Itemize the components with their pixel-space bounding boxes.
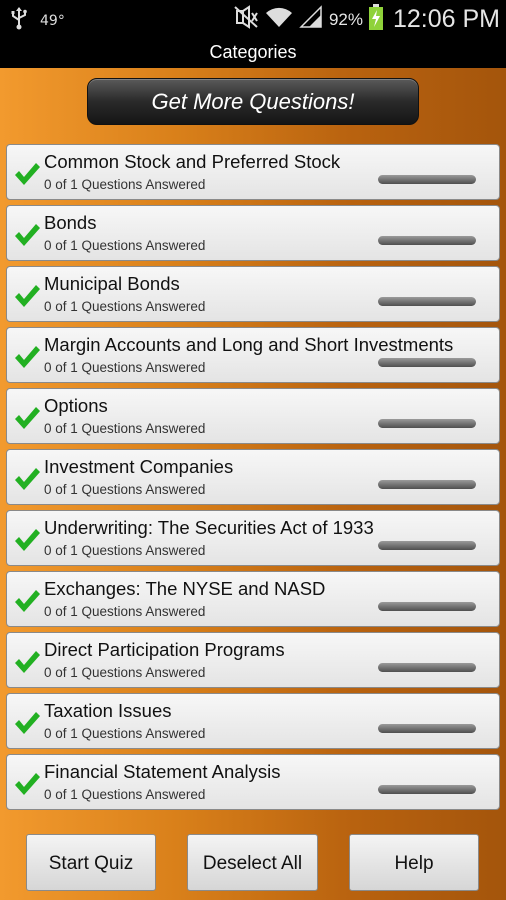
category-progress-text: 0 of 1 Questions Answered [44,421,206,436]
checkmark-icon[interactable] [13,405,41,431]
category-progress-bar [378,724,476,733]
usb-icon [10,6,28,35]
checkmark-icon[interactable] [13,649,41,675]
checkmark-icon[interactable] [13,283,41,309]
category-progress-text: 0 of 1 Questions Answered [44,787,206,802]
category-item[interactable]: Underwriting: The Securities Act of 1933… [6,510,500,566]
category-progress-text: 0 of 1 Questions Answered [44,238,206,253]
category-progress-text: 0 of 1 Questions Answered [44,177,206,192]
category-item[interactable]: Common Stock and Preferred Stock 0 of 1 Q… [6,144,500,200]
category-progress-bar [378,236,476,245]
category-progress-bar [378,785,476,794]
start-quiz-button[interactable]: Start Quiz [26,834,156,891]
category-progress-text: 0 of 1 Questions Answered [44,543,206,558]
checkmark-icon[interactable] [13,527,41,553]
category-item[interactable]: Investment Companies 0 of 1 Questions Ans… [6,449,500,505]
checkmark-icon[interactable] [13,710,41,736]
wifi-icon [265,5,293,34]
category-title: Investment Companies [44,456,234,477]
checkmark-icon[interactable] [13,588,41,614]
checkmark-icon[interactable] [13,771,41,797]
battery-charging-icon [368,4,383,35]
category-title: Bonds [44,212,97,233]
category-progress-bar [378,358,476,367]
signal-icon [299,5,323,34]
category-progress-text: 0 of 1 Questions Answered [44,665,206,680]
category-item[interactable]: Municipal Bonds 0 of 1 Questions Answered [6,266,500,322]
status-bar: 49° 92% 12:06 PM [0,0,506,36]
category-progress-text: 0 of 1 Questions Answered [44,604,206,619]
category-title: Underwriting: The Securities Act of 1933 [44,517,374,538]
category-title: Common Stock and Preferred Stock [44,151,341,172]
category-item[interactable]: Taxation Issues 0 of 1 Questions Answered [6,693,500,749]
category-list: Common Stock and Preferred Stock 0 of 1 Q… [6,144,500,815]
category-item[interactable]: Financial Statement Analysis 0 of 1 Quest… [6,754,500,810]
checkmark-icon[interactable] [13,466,41,492]
checkmark-icon[interactable] [13,161,41,187]
category-title: Exchanges: The NYSE and NASD [44,578,326,599]
category-title: Margin Accounts and Long and Short Inves… [44,334,454,355]
category-item[interactable]: Margin Accounts and Long and Short Inves… [6,327,500,383]
category-progress-bar [378,175,476,184]
temperature: 49° [40,12,65,29]
category-progress-bar [378,480,476,489]
category-progress-bar [378,541,476,550]
category-progress-bar [378,297,476,306]
help-button[interactable]: Help [349,834,479,891]
mute-vibrate-icon [233,5,259,34]
battery-percent: 92% [328,9,363,29]
category-progress-text: 0 of 1 Questions Answered [44,482,206,497]
page-title: Categories [0,36,506,68]
category-title: Municipal Bonds [44,273,180,294]
checkmark-icon[interactable] [13,344,41,370]
category-title: Financial Statement Analysis [44,761,281,782]
category-progress-bar [378,602,476,611]
category-progress-text: 0 of 1 Questions Answered [44,726,206,741]
category-progress-text: 0 of 1 Questions Answered [44,299,206,314]
clock: 12:06 PM [392,5,500,33]
category-progress-bar [378,663,476,672]
category-progress-bar [378,419,476,428]
get-more-questions-button[interactable]: Get More Questions! [87,78,419,125]
category-item[interactable]: Direct Participation Programs 0 of 1 Ques… [6,632,500,688]
category-progress-text: 0 of 1 Questions Answered [44,360,206,375]
category-title: Options [44,395,108,416]
main-content: Get More Questions! Common Stock and Pre… [0,68,506,900]
category-title: Taxation Issues [44,700,172,721]
category-item[interactable]: Options 0 of 1 Questions Answered [6,388,500,444]
deselect-all-button[interactable]: Deselect All [187,834,318,891]
category-title: Direct Participation Programs [44,639,285,660]
checkmark-icon[interactable] [13,222,41,248]
category-item[interactable]: Bonds 0 of 1 Questions Answered [6,205,500,261]
category-item[interactable]: Exchanges: The NYSE and NASD 0 of 1 Quest… [6,571,500,627]
